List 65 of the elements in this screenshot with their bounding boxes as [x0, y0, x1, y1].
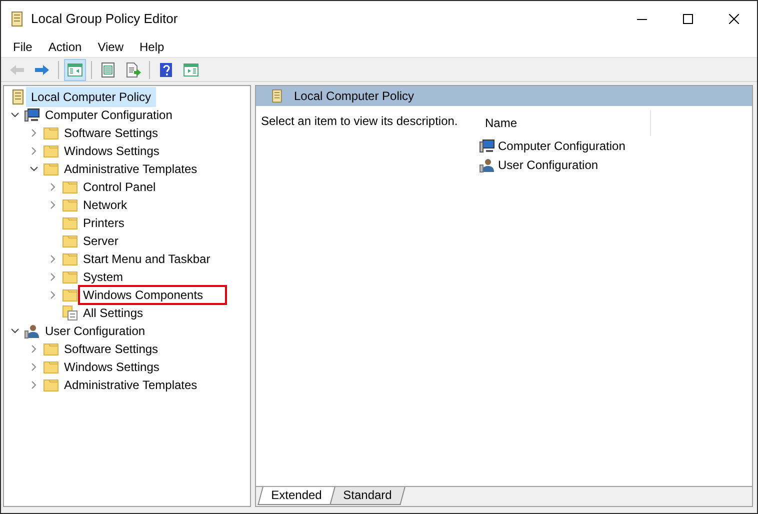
folder-icon	[62, 179, 78, 195]
collapse-chevron-icon[interactable]	[30, 165, 38, 173]
collapse-chevron-icon[interactable]	[11, 327, 19, 335]
menu-item[interactable]: Action	[40, 38, 90, 56]
policy-icon	[10, 89, 26, 105]
tree-item[interactable]: Windows Settings	[59, 357, 164, 377]
menu-item[interactable]: View	[90, 38, 132, 56]
tab[interactable]: Extended	[258, 487, 336, 505]
folder-icon	[43, 143, 59, 159]
column-header[interactable]: Name	[471, 110, 651, 136]
description-text: Select an item to view its description.	[261, 114, 458, 128]
tree-item[interactable]: System	[78, 267, 128, 287]
folder-icon	[43, 161, 59, 177]
details-title: Local Computer Policy	[294, 88, 414, 105]
computer-icon	[479, 138, 495, 154]
expand-chevron-icon[interactable]	[49, 273, 57, 281]
folder-icon	[62, 197, 78, 213]
list-item[interactable]: User Configuration	[498, 156, 598, 174]
settings-icon	[62, 305, 78, 321]
close-icon[interactable]	[729, 14, 739, 24]
menu-item[interactable]: Help	[132, 38, 172, 56]
menu-item[interactable]: File	[5, 38, 40, 56]
tree-item[interactable]: Start Menu and Taskbar	[78, 249, 216, 269]
folder-icon	[43, 359, 59, 375]
expand-chevron-icon[interactable]	[30, 381, 38, 389]
folder-icon	[62, 287, 78, 303]
expand-chevron-icon[interactable]	[49, 255, 57, 263]
user-icon	[24, 323, 40, 339]
user-icon	[479, 156, 495, 172]
expand-chevron-icon[interactable]	[30, 345, 38, 353]
tree-item[interactable]: Server	[78, 231, 124, 251]
expand-chevron-icon[interactable]	[49, 201, 57, 209]
tree-item[interactable]: Local Computer Policy	[26, 87, 156, 107]
tree-item[interactable]: Network	[78, 195, 132, 215]
folder-icon	[62, 251, 78, 267]
computer-icon	[24, 107, 40, 123]
tree-item[interactable]: Windows Settings	[59, 141, 164, 161]
folder-icon	[62, 269, 78, 285]
folder-icon	[43, 125, 59, 141]
collapse-chevron-icon[interactable]	[11, 111, 19, 119]
expand-chevron-icon[interactable]	[30, 363, 38, 371]
tree-item[interactable]: All Settings	[78, 303, 148, 323]
tab[interactable]: Standard	[329, 487, 405, 505]
maximize-icon[interactable]	[683, 14, 693, 24]
expand-chevron-icon[interactable]	[49, 291, 57, 299]
policy-icon	[270, 89, 284, 103]
expand-chevron-icon[interactable]	[30, 129, 38, 137]
expand-chevron-icon[interactable]	[49, 183, 57, 191]
tree-item[interactable]: Software Settings	[59, 123, 164, 143]
tree-item[interactable]: Software Settings	[59, 339, 164, 359]
tree-item[interactable]: Printers	[78, 213, 130, 233]
folder-icon	[62, 215, 78, 231]
expand-chevron-icon[interactable]	[30, 147, 38, 155]
app-icon	[9, 10, 25, 26]
folder-icon	[43, 377, 59, 393]
tree-item[interactable]: Computer Configuration	[40, 105, 178, 125]
list-item[interactable]: Computer Configuration	[498, 136, 626, 154]
tree-item[interactable]: Administrative Templates	[59, 159, 202, 179]
folder-icon	[62, 233, 78, 249]
tree-item[interactable]: Control Panel	[78, 177, 161, 197]
tree-item[interactable]: User Configuration	[40, 321, 150, 341]
folder-icon	[43, 341, 59, 357]
window-title: Local Group Policy Editor	[31, 10, 178, 28]
tree-item[interactable]: Administrative Templates	[59, 375, 202, 395]
tree-item[interactable]: Windows Components	[78, 285, 228, 305]
